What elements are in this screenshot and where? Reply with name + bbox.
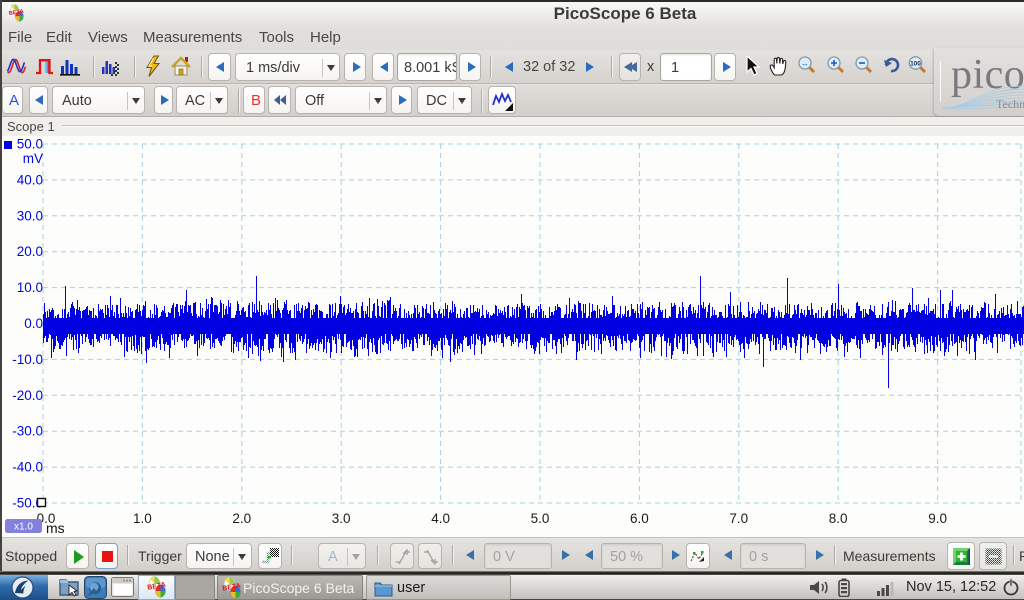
svg-text:6.0: 6.0: [630, 511, 649, 526]
svg-text:1.0: 1.0: [133, 511, 152, 526]
svg-text:9.0: 9.0: [928, 511, 947, 526]
svg-text:-10.0: -10.0: [12, 352, 43, 367]
svg-text:5.0: 5.0: [531, 511, 550, 526]
svg-text:x1.0: x1.0: [14, 522, 33, 533]
svg-text:0.0: 0.0: [24, 316, 43, 331]
svg-text:100: 100: [910, 61, 921, 68]
svg-text:50.0: 50.0: [17, 137, 43, 152]
svg-text:30.0: 30.0: [17, 208, 43, 223]
svg-text:7.0: 7.0: [729, 511, 748, 526]
svg-text:-30.0: -30.0: [12, 424, 43, 439]
svg-text:-20.0: -20.0: [12, 388, 43, 403]
svg-text:mV: mV: [23, 151, 43, 166]
svg-text:40.0: 40.0: [17, 172, 43, 187]
svg-text:-40.0: -40.0: [12, 460, 43, 475]
svg-text:10.0: 10.0: [17, 280, 43, 295]
svg-text:4.0: 4.0: [431, 511, 450, 526]
svg-text:ms: ms: [46, 520, 65, 536]
svg-text:3.0: 3.0: [332, 511, 351, 526]
svg-text:8.0: 8.0: [829, 511, 848, 526]
svg-text:↔: ↔: [801, 59, 809, 68]
svg-text:2.0: 2.0: [232, 511, 251, 526]
svg-text:20.0: 20.0: [17, 244, 43, 259]
